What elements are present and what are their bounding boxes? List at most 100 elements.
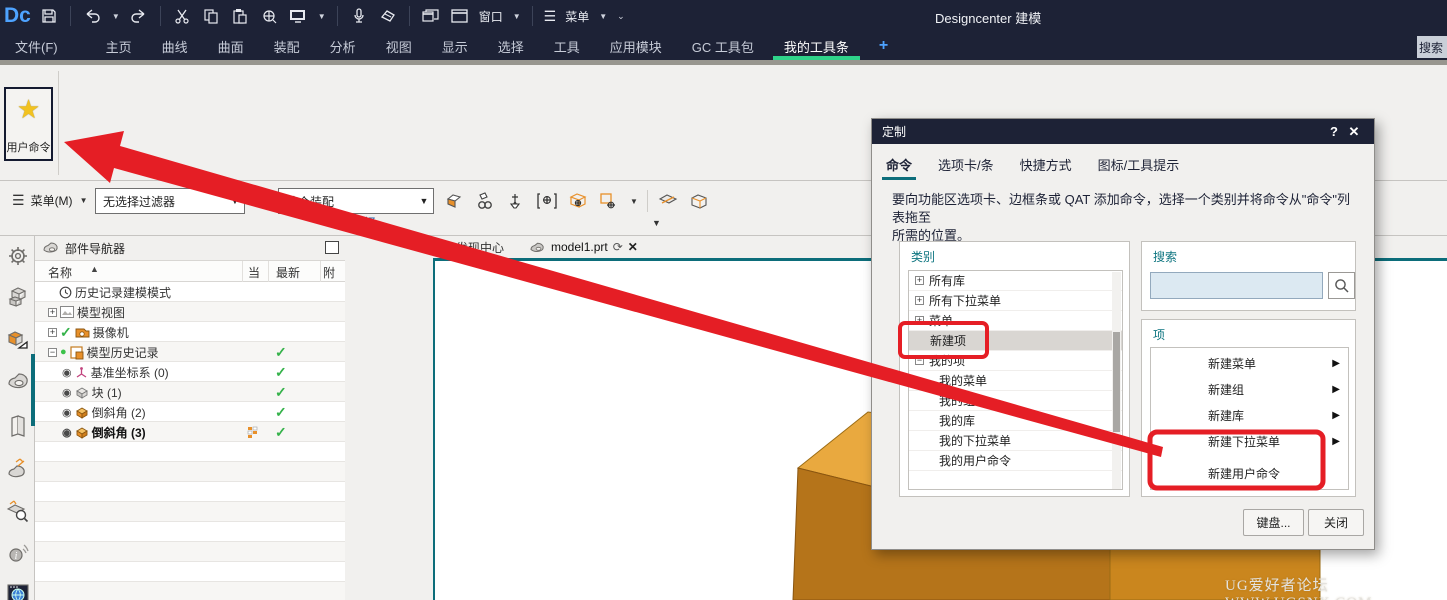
command-search-input[interactable]: 搜索 ( xyxy=(1417,36,1447,58)
tab-home[interactable]: 主页 xyxy=(91,32,147,60)
tab-view[interactable]: 视图 xyxy=(371,32,427,60)
info-icon[interactable]: i xyxy=(4,540,31,567)
dialog-tab-shortcuts[interactable]: 快捷方式 xyxy=(1020,155,1072,180)
select-in-group-icon[interactable] xyxy=(536,190,558,212)
column-current[interactable]: 当 xyxy=(248,264,260,281)
help-icon[interactable]: ? xyxy=(1324,124,1344,139)
reuse-library-icon[interactable] xyxy=(4,412,31,439)
tab-render[interactable]: 显示 xyxy=(427,32,483,60)
close-icon[interactable]: ✕ xyxy=(1344,124,1364,140)
tab-tools[interactable]: 工具 xyxy=(539,32,595,60)
tab-analysis[interactable]: 分析 xyxy=(315,32,371,60)
copy-icon[interactable] xyxy=(201,6,221,26)
scrollbar[interactable] xyxy=(1112,272,1121,489)
expand-icon[interactable]: + xyxy=(915,276,924,285)
cut-icon[interactable] xyxy=(172,6,192,26)
menu-hamburger-icon[interactable]: ☰ xyxy=(544,8,557,25)
eye-icon[interactable]: ◉ xyxy=(62,386,72,399)
categories-list[interactable]: + 所有库 + 所有下拉菜单 + 菜单 新建项 − 我的项 我的菜单 我的组 我的库 我… xyxy=(908,270,1123,490)
category-menu[interactable]: + 菜单 xyxy=(909,311,1122,331)
snap-point-icon[interactable] xyxy=(443,190,465,212)
close-tab-icon[interactable]: ✕ xyxy=(628,240,638,254)
menu-toggle-label[interactable]: 菜单 xyxy=(565,8,589,25)
tab-file[interactable]: 文件(F) xyxy=(0,32,73,60)
assembly-navigator-icon[interactable] xyxy=(4,284,31,311)
tab-my-toolbar[interactable]: 我的工具条 xyxy=(769,32,864,60)
display-icon[interactable] xyxy=(288,6,308,26)
tree-row-cameras[interactable]: + ✓ 摄像机 xyxy=(35,322,345,342)
tree-row-block[interactable]: ◉ 块 (1) ✓ xyxy=(35,382,345,402)
menu-button[interactable]: ☰ 菜单(M) ▼ xyxy=(12,192,87,209)
item-new-group[interactable]: 新建组 ▶ xyxy=(1151,376,1350,402)
scrollbar-thumb[interactable] xyxy=(1113,332,1120,432)
select-solid-icon[interactable] xyxy=(567,190,589,212)
selection-filter-combo[interactable]: 无选择过滤器 ▼ xyxy=(95,188,245,214)
redo-icon[interactable] xyxy=(129,6,149,26)
tab-application[interactable]: 应用模块 xyxy=(595,32,677,60)
expand-icon[interactable]: + xyxy=(915,316,924,325)
category-new-item[interactable]: 新建项 xyxy=(909,331,1122,351)
collapse-icon[interactable]: − xyxy=(915,356,924,365)
selection-bar-more-caret[interactable]: ▼ xyxy=(652,218,661,228)
eye-icon[interactable]: ◉ xyxy=(62,366,72,379)
tab-surface[interactable]: 曲面 xyxy=(203,32,259,60)
item-new-user-command[interactable]: 新建用户命令 xyxy=(1151,460,1350,486)
tree-row-model-views[interactable]: + 模型视图 xyxy=(35,302,345,322)
user-command-button[interactable]: ★ 用户命令 xyxy=(4,87,53,161)
cascade-windows-icon[interactable] xyxy=(421,6,441,26)
panel-restore-icon[interactable] xyxy=(325,241,339,254)
tree-row-history-mode[interactable]: 历史记录建模模式 xyxy=(35,282,345,302)
save-icon[interactable] xyxy=(39,6,59,26)
show-face-icon[interactable] xyxy=(688,190,710,212)
column-name[interactable]: 名称 xyxy=(48,264,72,281)
hide-face-icon[interactable] xyxy=(657,190,679,212)
part-navigator-icon[interactable] xyxy=(4,368,31,395)
item-new-menu[interactable]: 新建菜单 ▶ xyxy=(1151,350,1350,376)
category-all-libraries[interactable]: + 所有库 xyxy=(909,271,1122,291)
category-my-menu[interactable]: 我的菜单 xyxy=(909,371,1122,391)
tree-row-chamfer-3[interactable]: ◉ 倒斜角 (3) ✓ xyxy=(35,422,345,442)
search-button[interactable] xyxy=(1328,272,1355,299)
window-icon[interactable] xyxy=(450,6,470,26)
web-browser-icon[interactable] xyxy=(4,580,31,600)
touch-icon[interactable] xyxy=(378,6,398,26)
expand-icon[interactable]: + xyxy=(48,307,57,317)
item-new-library[interactable]: 新建库 ▶ xyxy=(1151,402,1350,428)
eye-icon[interactable]: ◉ xyxy=(62,406,72,419)
tree-row-datum-csys[interactable]: ◉ 基准坐标系 (0) ✓ xyxy=(35,362,345,382)
close-button[interactable]: 关闭 xyxy=(1308,509,1364,536)
expand-icon[interactable]: + xyxy=(48,327,57,337)
tab-selection[interactable]: 选择 xyxy=(483,32,539,60)
category-my-dropdown-menu[interactable]: 我的下拉菜单 xyxy=(909,431,1122,451)
item-new-dropdown-menu[interactable]: 新建下拉菜单 ▶ xyxy=(1151,428,1350,454)
display-dropdown-caret[interactable]: ▼ xyxy=(318,12,326,21)
tree-row-model-history[interactable]: − ● 模型历史记录 ✓ xyxy=(35,342,345,362)
select-region-icon[interactable] xyxy=(598,190,620,212)
selection-filter-icon[interactable] xyxy=(505,190,527,212)
tab-assemblies[interactable]: 装配 xyxy=(259,32,315,60)
tab-discovery-center[interactable]: 发现中心 xyxy=(435,239,504,256)
category-all-dropdown-menus[interactable]: + 所有下拉菜单 xyxy=(909,291,1122,311)
undo-dropdown-caret[interactable]: ▼ xyxy=(112,12,120,21)
sort-ascending-icon[interactable]: ▲ xyxy=(90,264,99,274)
qat-collapse-caret[interactable]: ⌄ xyxy=(617,11,625,22)
region-dropdown-caret[interactable]: ▼ xyxy=(630,197,638,206)
select-chain-icon[interactable] xyxy=(474,190,496,212)
category-my-library[interactable]: 我的库 xyxy=(909,411,1122,431)
category-my-items[interactable]: − 我的项 xyxy=(909,351,1122,371)
column-latest[interactable]: 最新 xyxy=(276,264,300,281)
dialog-tab-icons-tooltips[interactable]: 图标/工具提示 xyxy=(1098,155,1180,180)
expand-icon[interactable]: + xyxy=(915,296,924,305)
window-dropdown-caret[interactable]: ▼ xyxy=(513,12,521,21)
menu-dropdown-caret[interactable]: ▼ xyxy=(599,12,607,21)
undo-icon[interactable] xyxy=(82,6,102,26)
tab-model1-prt[interactable]: model1.prt ⟳ ✕ xyxy=(530,240,638,254)
add-tab-button[interactable]: + xyxy=(864,32,903,60)
selection-scope-combo[interactable]: 整个装配 ▼ xyxy=(278,188,434,214)
dialog-tab-tabs-bars[interactable]: 选项卡/条 xyxy=(938,155,994,180)
dialog-tab-commands[interactable]: 命令 xyxy=(881,155,917,180)
part-navigator-column-header[interactable]: 名称 ▲ 当 最新 附注 xyxy=(35,261,345,297)
eye-icon[interactable]: ◉ xyxy=(62,426,72,439)
keyboard-button[interactable]: 键盘... xyxy=(1243,509,1304,536)
search-input[interactable] xyxy=(1150,272,1323,299)
